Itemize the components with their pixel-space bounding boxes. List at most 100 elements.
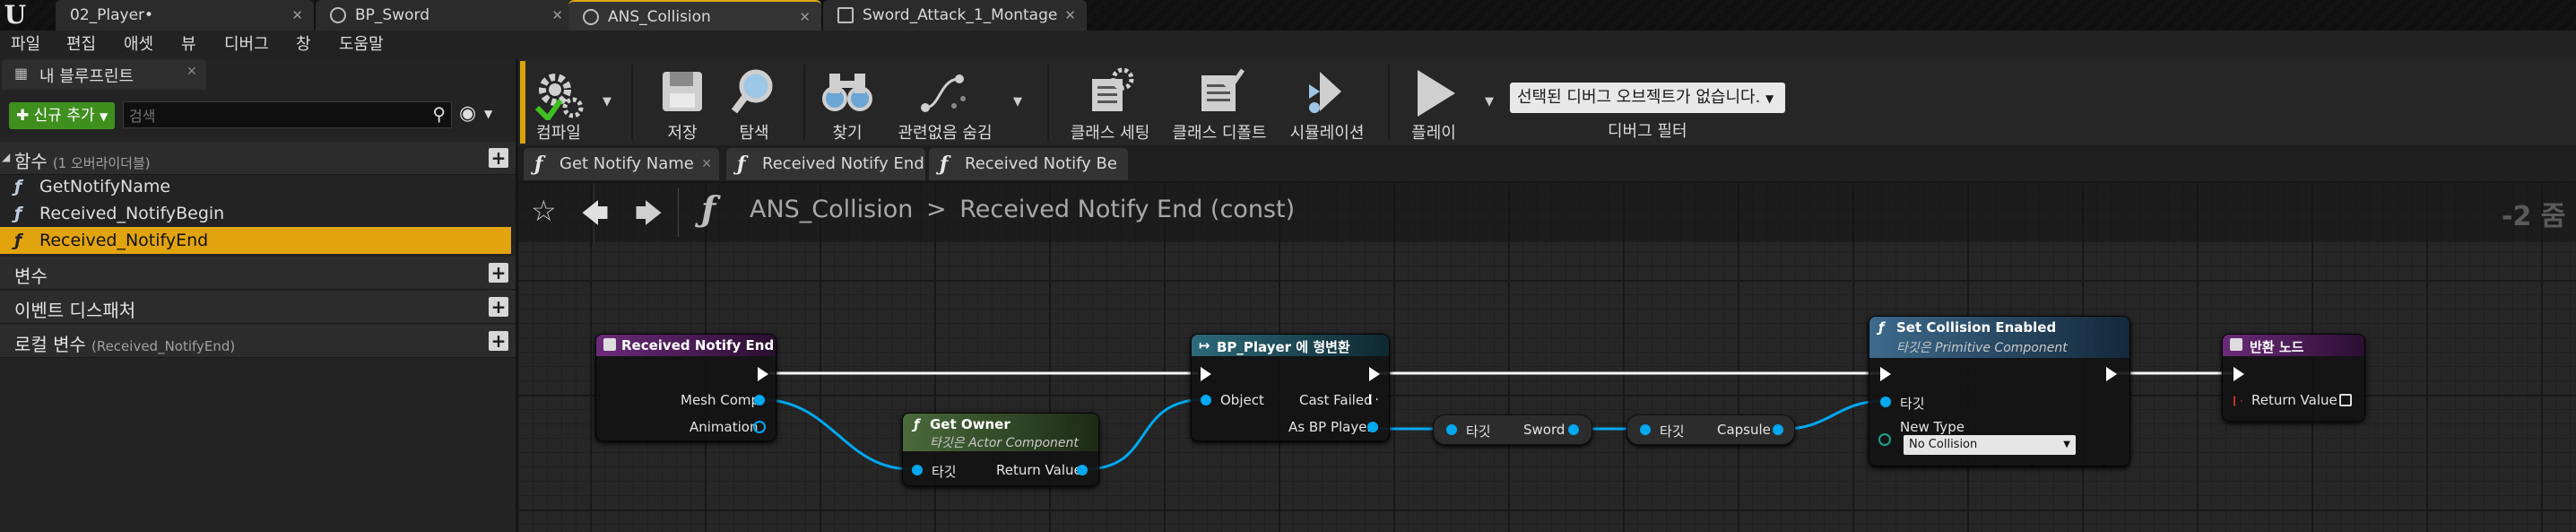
menu-asset[interactable]: 애셋 — [124, 31, 153, 59]
compile-button[interactable]: 컴파일 — [527, 63, 590, 145]
sword-pin[interactable] — [1568, 424, 1579, 435]
function-item-received-notifybegin[interactable]: ƒ Received_NotifyBegin — [0, 200, 511, 227]
return-value-pin[interactable] — [2233, 396, 2242, 406]
collapse-arrow-icon[interactable]: ◢ — [2, 151, 10, 163]
save-button[interactable]: 저장 — [651, 63, 714, 145]
node-return[interactable]: 반환 노드 Return Value — [2222, 334, 2365, 422]
menu-view[interactable]: 뷰 — [181, 31, 196, 59]
close-icon[interactable]: ✕ — [186, 65, 197, 79]
local-variables-section[interactable]: 로컬 변수 (Received_NotifyEnd) + — [0, 325, 516, 358]
new-type-pin[interactable] — [1878, 433, 1891, 446]
tab-sword-attack-montage[interactable]: Sword_Attack_1_Montage ✕ — [823, 0, 1087, 31]
graph-tab-label: Received Notify End — [762, 154, 924, 173]
my-blueprint-tab[interactable]: ▦ 내 블루프린트 ✕ — [2, 59, 206, 90]
pin-label: Cast Failed — [1299, 392, 1373, 408]
exec-in-pin[interactable] — [1201, 367, 1211, 381]
save-disk-icon — [663, 72, 702, 111]
target-pin[interactable] — [1880, 397, 1891, 407]
play-options-arrow-icon[interactable]: ▼ — [1485, 95, 1494, 109]
menu-help[interactable]: 도움말 — [339, 31, 384, 59]
node-get-capsule[interactable]: 타깃 Capsule — [1626, 414, 1795, 445]
hide-unrelated-options-arrow-icon[interactable]: ▼ — [1013, 95, 1022, 109]
functions-section[interactable]: ◢ 함수 (1 오버라이더블) + — [0, 142, 516, 175]
animation-pin[interactable] — [753, 421, 766, 433]
cast-failed-pin[interactable] — [1369, 394, 1378, 405]
close-icon[interactable]: ✕ — [551, 0, 563, 31]
close-icon[interactable]: ✕ — [701, 148, 712, 180]
breadcrumb: ANS_Collision > Received Notify End (con… — [750, 196, 1295, 223]
object-pin[interactable] — [1201, 395, 1211, 406]
function-item-received-notifyend[interactable]: ƒ Received_NotifyEnd — [0, 227, 511, 254]
new-type-select[interactable]: No Collision ▼ — [1904, 435, 2076, 455]
compile-label: 컴파일 — [536, 124, 581, 143]
debug-object-select[interactable]: 선택된 디버그 오브젝트가 없습니다. ▼ — [1510, 83, 1785, 113]
menu-window[interactable]: 창 — [296, 31, 311, 59]
node-subtitle: 타깃은 Primitive Component — [1896, 341, 2068, 355]
close-icon[interactable]: ✕ — [799, 2, 811, 32]
save-label: 저장 — [667, 124, 698, 143]
close-icon[interactable]: ✕ — [1064, 0, 1076, 31]
tab-received-notify-begin[interactable]: ƒ Received Notify Be — [929, 148, 1128, 180]
favorite-star-icon[interactable]: ☆ — [531, 194, 557, 228]
node-get-sword[interactable]: 타깃 Sword — [1433, 414, 1592, 445]
hide-unrelated-button[interactable]: 관련없음 숨김 — [891, 63, 999, 145]
compile-options-arrow-icon[interactable]: ▼ — [603, 95, 611, 109]
browse-button[interactable]: 탐색 — [723, 63, 785, 145]
node-get-owner[interactable]: ƒ Get Owner 타깃은 Actor Component 타깃 Retur… — [902, 413, 1099, 486]
breadcrumb-separator: > — [925, 196, 947, 223]
debug-filter-label: 디버그 필터 — [1608, 122, 1687, 141]
exec-out-pin[interactable] — [1369, 367, 1380, 381]
exec-in-pin[interactable] — [2233, 367, 2244, 381]
pin-label: Return Value — [996, 462, 1082, 478]
target-pin[interactable] — [912, 465, 923, 475]
class-settings-button[interactable]: 클래스 세팅 — [1065, 63, 1155, 145]
tab-ans-collision[interactable]: ANS_Collision ✕ — [568, 0, 821, 31]
add-local-variable-icon[interactable]: + — [489, 331, 508, 351]
add-function-icon[interactable]: + — [489, 148, 508, 168]
toolbar-separator — [631, 65, 633, 140]
tab-02-player[interactable]: 02_Player• ✕ — [56, 0, 314, 31]
play-button[interactable]: 플레이 — [1402, 63, 1465, 145]
forward-arrow-icon[interactable]: 🡆 — [635, 194, 663, 240]
exec-in-pin[interactable] — [1880, 367, 1891, 381]
variables-section[interactable]: 변수 + — [0, 257, 516, 290]
menu-file[interactable]: 파일 — [11, 31, 40, 59]
search-box[interactable]: ⚲ — [123, 101, 452, 128]
graph-tab-label: Received Notify Be — [965, 154, 1117, 173]
tab-get-notify-name[interactable]: ƒ Get Notify Name ✕ — [524, 148, 719, 180]
menu-edit[interactable]: 편집 — [66, 31, 96, 59]
tab-received-notify-end[interactable]: ƒ Received Notify End — [726, 148, 925, 180]
search-input[interactable] — [127, 104, 427, 127]
mesh-comp-pin[interactable] — [754, 395, 765, 406]
node-set-collision-enabled[interactable]: ƒ Set Collision Enabled 타깃은 Primitive Co… — [1869, 316, 2130, 467]
return-value-pin[interactable] — [1077, 465, 1088, 475]
find-button[interactable]: 찾기 — [816, 63, 879, 145]
menu-debug[interactable]: 디버그 — [224, 31, 269, 59]
add-dispatcher-icon[interactable]: + — [489, 297, 508, 317]
node-cast-to-bp-player[interactable]: ↦ BP_Player 에 형변환 Object Cast Failed As … — [1191, 334, 1390, 441]
add-new-button[interactable]: ✚ 신규 추가 ▼ — [9, 102, 115, 129]
exec-out-pin[interactable] — [2106, 367, 2117, 381]
function-label: GetNotifyName — [39, 177, 171, 196]
event-dispatchers-section[interactable]: 이벤트 디스패처 + — [0, 291, 516, 324]
target-pin[interactable] — [1640, 424, 1651, 435]
as-bp-player-pin[interactable] — [1367, 422, 1378, 432]
search-icon: ⚲ — [432, 103, 446, 125]
breadcrumb-root[interactable]: ANS_Collision — [750, 196, 913, 223]
close-icon[interactable]: ✕ — [291, 0, 303, 31]
eye-icon[interactable]: ◉ — [459, 102, 476, 125]
target-pin[interactable] — [1446, 424, 1457, 435]
node-received-notify-end[interactable]: Received Notify End Mesh Comp Animation — [595, 334, 776, 441]
dropdown-arrow-icon[interactable]: ▼ — [484, 108, 492, 120]
add-variable-icon[interactable]: + — [489, 263, 508, 283]
back-arrow-icon[interactable]: 🡄 — [581, 194, 609, 240]
graph-tab-label: Get Notify Name — [559, 154, 694, 173]
capsule-pin[interactable] — [1773, 424, 1783, 435]
simulation-button[interactable]: 시뮬레이션 — [1282, 63, 1372, 145]
exec-out-pin[interactable] — [758, 367, 768, 381]
dropdown-arrow-icon: ▼ — [2063, 440, 2070, 449]
class-defaults-button[interactable]: 클래스 디폴트 — [1169, 63, 1270, 145]
tab-bp-sword[interactable]: BP_Sword ✕ — [316, 0, 574, 31]
function-item-getnotifyname[interactable]: ƒ GetNotifyName — [0, 173, 511, 200]
return-value-checkbox[interactable] — [2339, 394, 2352, 406]
